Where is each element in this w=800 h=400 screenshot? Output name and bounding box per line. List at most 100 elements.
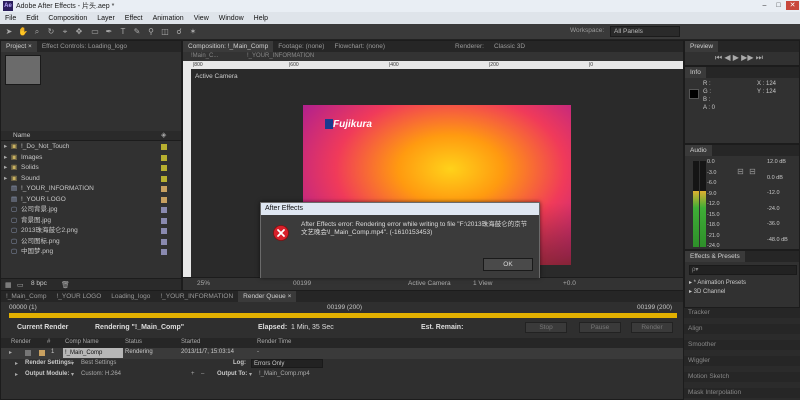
label-color-swatch[interactable]	[39, 350, 45, 356]
output-module-arrow-icon[interactable]: ▸	[15, 371, 18, 378]
label-column-icon[interactable]: ◈	[161, 131, 166, 139]
play-icon[interactable]: ⏮ ◀ ▶ ▶▶ ⏭	[715, 53, 763, 63]
menu-file[interactable]: File	[0, 15, 21, 22]
eraser-tool-icon[interactable]: ◫	[160, 27, 170, 37]
effects-search-input[interactable]: ρ▾	[689, 265, 797, 275]
tab-loading-logo[interactable]: Loading_logo	[106, 291, 155, 302]
current-time-display[interactable]: 00199	[293, 280, 311, 287]
label-color-swatch[interactable]	[161, 249, 167, 255]
stop-button[interactable]: Stop	[525, 322, 567, 333]
expand-arrow-icon[interactable]: ▸	[4, 174, 7, 184]
maximize-button[interactable]: □	[772, 1, 785, 10]
output-module-dropdown-icon[interactable]: ▾	[71, 371, 74, 378]
expand-arrow-icon[interactable]: ▸	[9, 349, 12, 356]
label-color-swatch[interactable]	[161, 186, 167, 192]
tab-your-logo[interactable]: !_YOUR LOGO	[51, 291, 106, 302]
list-item[interactable]: ▢ 中国梦.png	[1, 247, 181, 257]
list-item[interactable]: ▤ !_YOUR LOGO	[1, 195, 181, 205]
label-color-swatch[interactable]	[161, 154, 167, 161]
tracker-panel-tab[interactable]: Tracker	[684, 308, 800, 318]
zoom-tool-icon[interactable]: ⌕	[32, 27, 42, 37]
tab-composition[interactable]: Composition: !_Main_Comp	[183, 41, 274, 52]
label-color-swatch[interactable]	[161, 207, 167, 213]
menu-animation[interactable]: Animation	[148, 15, 189, 22]
label-color-swatch[interactable]	[161, 217, 167, 224]
column-render[interactable]: Render	[11, 339, 31, 345]
add-output-module-icon[interactable]: +	[191, 371, 195, 377]
clone-tool-icon[interactable]: ⚲	[146, 27, 156, 37]
list-item[interactable]: ▢ 公司图标.png	[1, 237, 181, 247]
log-select[interactable]: Errors Only	[251, 359, 323, 368]
label-color-swatch[interactable]	[161, 196, 167, 203]
bit-depth-button[interactable]: 8 bpc	[31, 280, 47, 287]
render-button[interactable]: Render	[631, 322, 673, 333]
views-layout-select[interactable]: 1 View	[473, 280, 492, 287]
render-settings-dropdown-icon[interactable]: ▾	[71, 360, 74, 367]
close-button[interactable]: ✕	[786, 1, 799, 10]
menu-composition[interactable]: Composition	[43, 15, 92, 22]
menu-layer[interactable]: Layer	[92, 15, 120, 22]
column-started[interactable]: Started	[181, 339, 200, 345]
tab-flowchart[interactable]: Flowchart: (none)	[329, 41, 390, 52]
breadcrumb-your-information[interactable]: !_YOUR_INFORMATION	[247, 53, 314, 59]
label-color-swatch[interactable]	[161, 175, 167, 182]
render-checkbox[interactable]	[25, 350, 31, 356]
smoother-panel-tab[interactable]: Smoother	[684, 340, 800, 350]
menu-view[interactable]: View	[189, 15, 214, 22]
output-module-value[interactable]: Custom: H.264	[81, 371, 121, 377]
hand-tool-icon[interactable]: ✋	[18, 27, 28, 37]
tab-footage[interactable]: Footage: (none)	[273, 41, 329, 52]
breadcrumb-main-comp[interactable]: !Main_C...	[191, 53, 218, 59]
text-tool-icon[interactable]: T	[118, 27, 128, 37]
label-color-swatch[interactable]	[161, 238, 167, 245]
pan-behind-tool-icon[interactable]: ✥	[74, 27, 84, 37]
delete-icon[interactable]: 🗑	[61, 281, 70, 289]
tab-effects-presets[interactable]: Effects & Presets	[685, 251, 745, 262]
roto-brush-icon[interactable]: ☌	[174, 27, 184, 37]
pen-tool-icon[interactable]: ✒	[104, 27, 114, 37]
column-render-time[interactable]: Render Time	[257, 339, 291, 345]
menu-edit[interactable]: Edit	[21, 15, 43, 22]
expand-arrow-icon[interactable]: ▸	[4, 163, 7, 173]
effects-item-3d-channel[interactable]: ▸ 3D Channel	[689, 288, 725, 295]
volume-slider-left-icon[interactable]: ⊟	[737, 167, 744, 176]
label-color-swatch[interactable]	[161, 144, 167, 150]
column-status[interactable]: Status	[125, 339, 142, 345]
list-item[interactable]: ▢ 背景图.jpg	[1, 216, 181, 226]
menu-help[interactable]: Help	[249, 15, 273, 22]
render-settings-value[interactable]: Best Settings	[81, 360, 116, 366]
brush-tool-icon[interactable]: ✎	[132, 27, 142, 37]
list-item[interactable]: ▸ ▣ Solids	[1, 163, 181, 173]
label-color-swatch[interactable]	[161, 165, 167, 171]
ok-button[interactable]: OK	[483, 258, 533, 271]
label-color-swatch[interactable]	[161, 228, 167, 234]
volume-slider-right-icon[interactable]: ⊟	[749, 167, 756, 176]
tab-info[interactable]: Info	[685, 67, 706, 78]
list-item[interactable]: ▢ 公司背景.jpg	[1, 205, 181, 215]
queue-comp-name[interactable]: !_Main_Comp	[63, 348, 123, 358]
list-item[interactable]: ▸ ▣ Sound	[1, 174, 181, 184]
camera-view-select[interactable]: Active Camera	[408, 280, 451, 287]
new-folder-icon[interactable]: ▭	[17, 281, 24, 289]
tab-effect-controls[interactable]: Effect Controls: Loading_logo	[37, 41, 132, 52]
renderer-select[interactable]: Classic 3D	[489, 41, 530, 52]
column-name[interactable]: Name	[13, 132, 30, 139]
render-settings-arrow-icon[interactable]: ▸	[15, 360, 18, 367]
tab-audio[interactable]: Audio	[685, 145, 712, 156]
menu-window[interactable]: Window	[214, 15, 249, 22]
list-item[interactable]: ▤ !_YOUR_INFORMATION	[1, 184, 181, 194]
output-to-value[interactable]: !_Main_Comp.mp4	[259, 371, 310, 377]
effects-item-animation-presets[interactable]: ▸ * Animation Presets	[689, 279, 746, 286]
tab-your-information[interactable]: !_YOUR_INFORMATION	[155, 291, 238, 302]
tab-preview[interactable]: Preview	[685, 41, 719, 52]
list-item[interactable]: ▸ ▣ Images	[1, 153, 181, 163]
tab-main-comp[interactable]: !_Main_Comp	[1, 291, 51, 302]
zoom-select[interactable]: 25%	[197, 280, 210, 287]
menu-effect[interactable]: Effect	[120, 15, 148, 22]
tab-project[interactable]: Project ×	[1, 41, 37, 52]
table-row[interactable]: ▸ 1 !_Main_Comp Rendering 2013/11/7, 15:…	[1, 348, 683, 359]
list-item[interactable]: ▢ 2013珠海鼓仑2.png	[1, 226, 181, 236]
mask-interpolation-panel-tab[interactable]: Mask Interpolation	[684, 388, 800, 398]
wiggler-panel-tab[interactable]: Wiggler	[684, 356, 800, 366]
selection-tool-icon[interactable]: ➤	[4, 27, 14, 37]
